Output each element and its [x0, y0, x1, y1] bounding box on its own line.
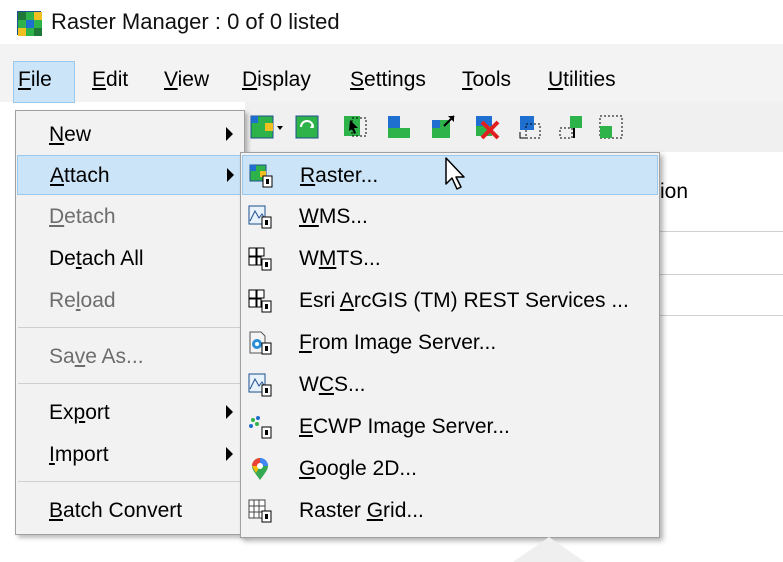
- file-menu-attach[interactable]: Attach: [17, 155, 243, 195]
- attach-google-2d[interactable]: Google 2D...: [242, 449, 658, 489]
- raster-list-area: [655, 152, 783, 322]
- attach-raster-dropdown-icon[interactable]: [250, 114, 286, 140]
- file-menu-new-label: New: [49, 123, 92, 146]
- menu-view[interactable]: View: [164, 68, 209, 92]
- attach-from-image-server-label: From Image Server...: [299, 331, 497, 354]
- submenu-arrow-icon: [226, 127, 233, 141]
- menu-utilities[interactable]: Utilities: [548, 68, 616, 92]
- ecwp-icon: [249, 416, 272, 439]
- select-raster-icon[interactable]: [342, 114, 368, 140]
- refresh-raster-icon[interactable]: [294, 114, 320, 140]
- attach-wcs[interactable]: WCS...: [242, 365, 658, 405]
- file-menu-save-as[interactable]: Save As...: [17, 337, 243, 377]
- menu-separator: [18, 383, 242, 384]
- list-row-divider: [655, 315, 783, 316]
- file-menu-import-label: Import: [49, 443, 109, 466]
- submenu-arrow-icon: [227, 168, 234, 182]
- file-menu-reload-label: Reload: [49, 289, 116, 312]
- google-maps-pin-icon: [252, 458, 268, 480]
- menu-edit[interactable]: Edit: [92, 68, 128, 92]
- attach-wms[interactable]: WMS...: [242, 197, 658, 237]
- wmts-icon: [248, 247, 272, 271]
- attach-raster-label: Raster...: [300, 164, 379, 187]
- attach-raster-grid-label: Raster Grid...: [299, 499, 424, 522]
- raster-grid-icon: [248, 499, 272, 523]
- list-row-divider: [655, 274, 783, 275]
- window-title: Raster Manager : 0 of 0 listed: [51, 9, 340, 34]
- attach-submenu: Raster... WMS... WMTS... Esri ArcGIS (TM…: [240, 152, 660, 538]
- file-menu-detach[interactable]: Detach: [17, 197, 243, 237]
- file-menu-new[interactable]: New: [17, 115, 243, 155]
- wcs-icon: [248, 373, 272, 397]
- raster-upload-icon[interactable]: [558, 114, 584, 140]
- file-menu-reload[interactable]: Reload: [17, 281, 243, 321]
- menu-settings[interactable]: Settings: [350, 68, 426, 92]
- file-menu-export[interactable]: Export: [17, 393, 243, 433]
- raster-next-icon[interactable]: [598, 114, 624, 140]
- title-bar: Raster Manager : 0 of 0 listed: [0, 0, 783, 44]
- raster-attach-icon: [249, 164, 273, 188]
- submenu-arrow-icon: [226, 447, 233, 461]
- partial-column-header: ion: [660, 180, 689, 203]
- file-menu-detach-label: Detach: [49, 205, 116, 228]
- menu-tools[interactable]: Tools: [462, 68, 511, 92]
- attach-raster-grid[interactable]: Raster Grid...: [242, 491, 658, 531]
- attach-esri-arcgis-rest-label: Esri ArcGIS (TM) REST Services ...: [299, 289, 629, 312]
- wms-icon: [248, 205, 272, 229]
- mouse-cursor-icon: [445, 157, 465, 190]
- attach-from-image-server[interactable]: From Image Server...: [242, 323, 658, 363]
- raster-transform-icon[interactable]: [516, 114, 542, 140]
- attach-esri-arcgis-rest[interactable]: Esri ArcGIS (TM) REST Services ...: [242, 281, 658, 321]
- file-menu-detach-all-label: Detach All: [49, 247, 144, 270]
- menubar-strip: [0, 44, 783, 60]
- image-server-icon: [249, 331, 272, 355]
- menu-separator: [18, 327, 242, 328]
- file-menu-export-label: Export: [49, 401, 110, 424]
- attach-ecwp-image-server[interactable]: ECWP Image Server...: [242, 407, 658, 447]
- file-menu-attach-label: Attach: [50, 164, 110, 187]
- file-menu-batch-convert-label: Batch Convert: [49, 499, 183, 522]
- attach-wms-label: WMS...: [299, 205, 368, 228]
- file-menu-import[interactable]: Import: [17, 435, 243, 475]
- attach-ecwp-image-server-label: ECWP Image Server...: [299, 415, 510, 438]
- raster-manager-app-icon: [17, 11, 42, 36]
- arcgis-rest-icon: [248, 289, 272, 313]
- raster-corner-icon[interactable]: [386, 114, 412, 140]
- submenu-arrow-icon: [226, 405, 233, 419]
- attach-wcs-label: WCS...: [299, 373, 366, 396]
- file-menu-batch-convert[interactable]: Batch Convert: [17, 491, 243, 531]
- menu-display[interactable]: Display: [242, 68, 311, 92]
- file-menu-detach-all[interactable]: Detach All: [17, 239, 243, 279]
- attach-wmts[interactable]: WMTS...: [242, 239, 658, 279]
- raster-move-icon[interactable]: [430, 114, 456, 140]
- detach-raster-icon[interactable]: [474, 114, 500, 140]
- file-menu-save-as-label: Save As...: [49, 345, 144, 368]
- attach-wmts-label: WMTS...: [299, 247, 381, 270]
- menu-separator: [18, 481, 242, 482]
- menu-file[interactable]: File: [18, 68, 52, 92]
- background-shape: [513, 537, 585, 562]
- toolbar: [245, 102, 783, 152]
- file-menu-dropdown: New Attach Detach Detach All Reload Save…: [15, 110, 245, 535]
- attach-google-2d-label: Google 2D...: [299, 457, 417, 480]
